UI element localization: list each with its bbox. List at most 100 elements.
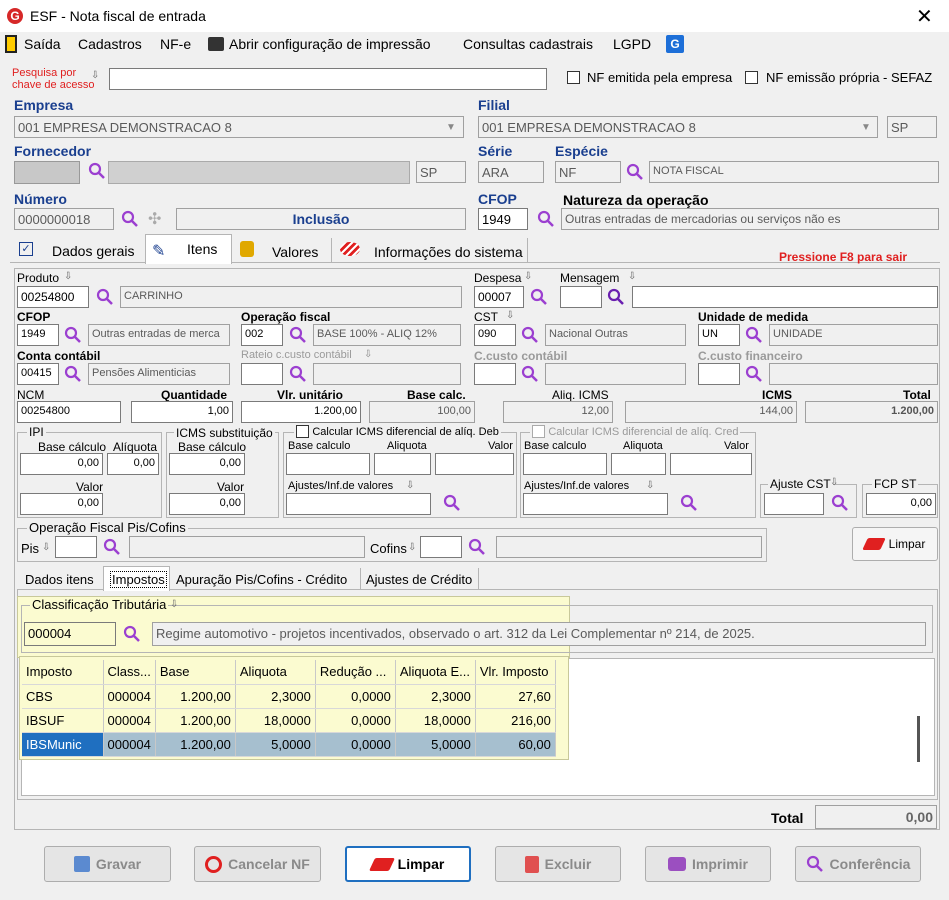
scrollbar[interactable] [917, 716, 920, 762]
search-icon[interactable] [745, 326, 763, 344]
menu-abrir-impressao[interactable]: Abrir configuração de impressão [229, 36, 431, 52]
search-icon[interactable] [443, 494, 461, 512]
tab-ajustes[interactable]: Ajustes de Crédito [366, 572, 472, 587]
ajuste-cst-input[interactable] [764, 493, 824, 515]
difal-deb-ajustes-input[interactable] [286, 493, 431, 515]
empresa-select[interactable]: 001 EMPRESA DEMONSTRACAO 8 [14, 116, 464, 138]
difal-cred-aliq-input[interactable] [611, 453, 666, 475]
difal-deb-aliq-input[interactable] [374, 453, 431, 475]
especie-code[interactable]: NF [555, 161, 621, 183]
imprimir-button[interactable]: Imprimir [645, 846, 771, 882]
col-header-aliquota-efetiva[interactable]: Aliquota E... [395, 660, 476, 685]
cancelar-button[interactable]: Cancelar NF [194, 846, 321, 882]
search-input[interactable] [109, 68, 547, 90]
chevron-down-icon[interactable]: ▼ [861, 122, 871, 133]
ccusto-fin-input[interactable] [698, 363, 740, 385]
search-icon[interactable] [521, 365, 539, 383]
difal-cred-base-input[interactable] [523, 453, 607, 475]
menu-nfe[interactable]: NF-e [160, 36, 191, 52]
close-icon[interactable]: ✕ [916, 4, 933, 29]
difal-deb-base-input[interactable] [286, 453, 370, 475]
col-header-class[interactable]: Class... [103, 660, 156, 685]
icms-st-base-input[interactable]: 0,00 [169, 453, 245, 475]
serie-input[interactable]: ARA [478, 161, 544, 183]
menu-saida[interactable]: Saída [24, 36, 61, 52]
ncm-input[interactable]: 00254800 [17, 401, 121, 423]
limpar-small-button[interactable]: Limpar [852, 527, 938, 561]
despesa-code-input[interactable]: 00007 [474, 286, 524, 308]
search-icon[interactable] [626, 163, 644, 181]
class-trib-code-input[interactable]: 000004 [24, 622, 116, 646]
conferencia-button[interactable]: Conferência [795, 846, 921, 882]
chevron-down-icon[interactable]: ▼ [446, 122, 456, 133]
vlr-unit-input[interactable]: 1.200,00 [241, 401, 361, 423]
col-header-base[interactable]: Base [155, 660, 236, 685]
numero-input[interactable]: 0000000018 [14, 208, 114, 230]
difal-deb-valor-input[interactable] [435, 453, 514, 475]
icms-st-valor-input[interactable]: 0,00 [169, 493, 245, 515]
menu-cadastros[interactable]: Cadastros [78, 36, 142, 52]
col-header-aliquota[interactable]: Aliquota [235, 660, 316, 685]
ccusto-input[interactable] [474, 363, 516, 385]
cst-input[interactable]: 090 [474, 324, 516, 346]
search-icon[interactable] [680, 494, 698, 512]
brand-g-icon[interactable]: G [666, 35, 684, 53]
limpar-button[interactable]: Limpar [345, 846, 471, 882]
conta-input[interactable]: 00415 [17, 363, 59, 385]
produto-code-input[interactable]: 00254800 [17, 286, 89, 308]
mensagem-code-input[interactable] [560, 286, 602, 308]
search-icon[interactable] [607, 288, 625, 306]
item-cfop-input[interactable]: 1949 [17, 324, 59, 346]
difal-cred-checkbox[interactable] [532, 425, 545, 439]
table-row[interactable]: IBSUF 000004 1.200,00 18,0000 0,0000 18,… [22, 708, 556, 733]
rateio-input[interactable] [241, 363, 283, 385]
difal-deb-checkbox[interactable] [296, 425, 309, 439]
search-icon[interactable] [289, 326, 307, 344]
menu-consultas[interactable]: Consultas cadastrais [463, 36, 593, 52]
tab-info-sistema[interactable]: Informações do sistema [334, 238, 528, 262]
table-row-selected[interactable]: IBSMunic 000004 1.200,00 5,0000 0,0000 5… [22, 732, 556, 757]
search-icon[interactable] [530, 288, 548, 306]
search-icon[interactable] [88, 162, 106, 180]
unidade-input[interactable]: UN [698, 324, 740, 346]
pis-input[interactable] [55, 536, 97, 558]
col-header-vlr-imposto[interactable]: Vlr. Imposto [475, 660, 556, 685]
excluir-button[interactable]: Excluir [495, 846, 621, 882]
exit-icon[interactable] [5, 35, 17, 53]
ipi-aliq-input[interactable]: 0,00 [107, 453, 159, 475]
mensagem-desc-input[interactable] [632, 286, 938, 308]
ipi-base-input[interactable]: 0,00 [20, 453, 103, 475]
tab-apuracao[interactable]: Apuração Pis/Cofins - Crédito [176, 572, 347, 587]
nf-emitida-checkbox[interactable] [567, 71, 580, 84]
difal-cred-valor-input[interactable] [670, 453, 752, 475]
search-icon[interactable] [121, 210, 139, 228]
cfop-input[interactable]: 1949 [478, 208, 528, 230]
fornecedor-code-blurred[interactable] [14, 161, 80, 184]
tab-dados-itens[interactable]: Dados itens [25, 572, 94, 587]
search-icon[interactable] [468, 538, 486, 556]
fcp-st-input[interactable]: 0,00 [866, 493, 936, 515]
ipi-valor-input[interactable]: 0,00 [20, 493, 103, 515]
tab-valores[interactable]: Valores [234, 238, 332, 262]
menu-lgpd[interactable]: LGPD [613, 36, 651, 52]
search-icon[interactable] [289, 365, 307, 383]
opfiscal-input[interactable]: 002 [241, 324, 283, 346]
col-header-imposto[interactable]: Imposto [22, 660, 104, 685]
plus-icon[interactable]: ✣ [148, 209, 161, 229]
search-icon[interactable] [521, 326, 539, 344]
nf-propria-checkbox[interactable] [745, 71, 758, 84]
cofins-input[interactable] [420, 536, 462, 558]
search-icon[interactable] [64, 365, 82, 383]
tab-itens[interactable]: ✎ Itens [145, 234, 232, 264]
gravar-button[interactable]: Gravar [44, 846, 171, 882]
tab-impostos[interactable]: Impostos [103, 566, 170, 591]
search-icon[interactable] [831, 494, 849, 512]
search-icon[interactable] [64, 326, 82, 344]
tab-dados-gerais[interactable]: ✓ Dados gerais [12, 238, 142, 262]
search-icon[interactable] [96, 288, 114, 306]
search-icon[interactable] [123, 625, 141, 643]
difal-cred-ajustes-input[interactable] [523, 493, 668, 515]
search-icon[interactable] [745, 365, 763, 383]
search-icon[interactable] [103, 538, 121, 556]
filial-select[interactable]: 001 EMPRESA DEMONSTRACAO 8 [478, 116, 878, 138]
